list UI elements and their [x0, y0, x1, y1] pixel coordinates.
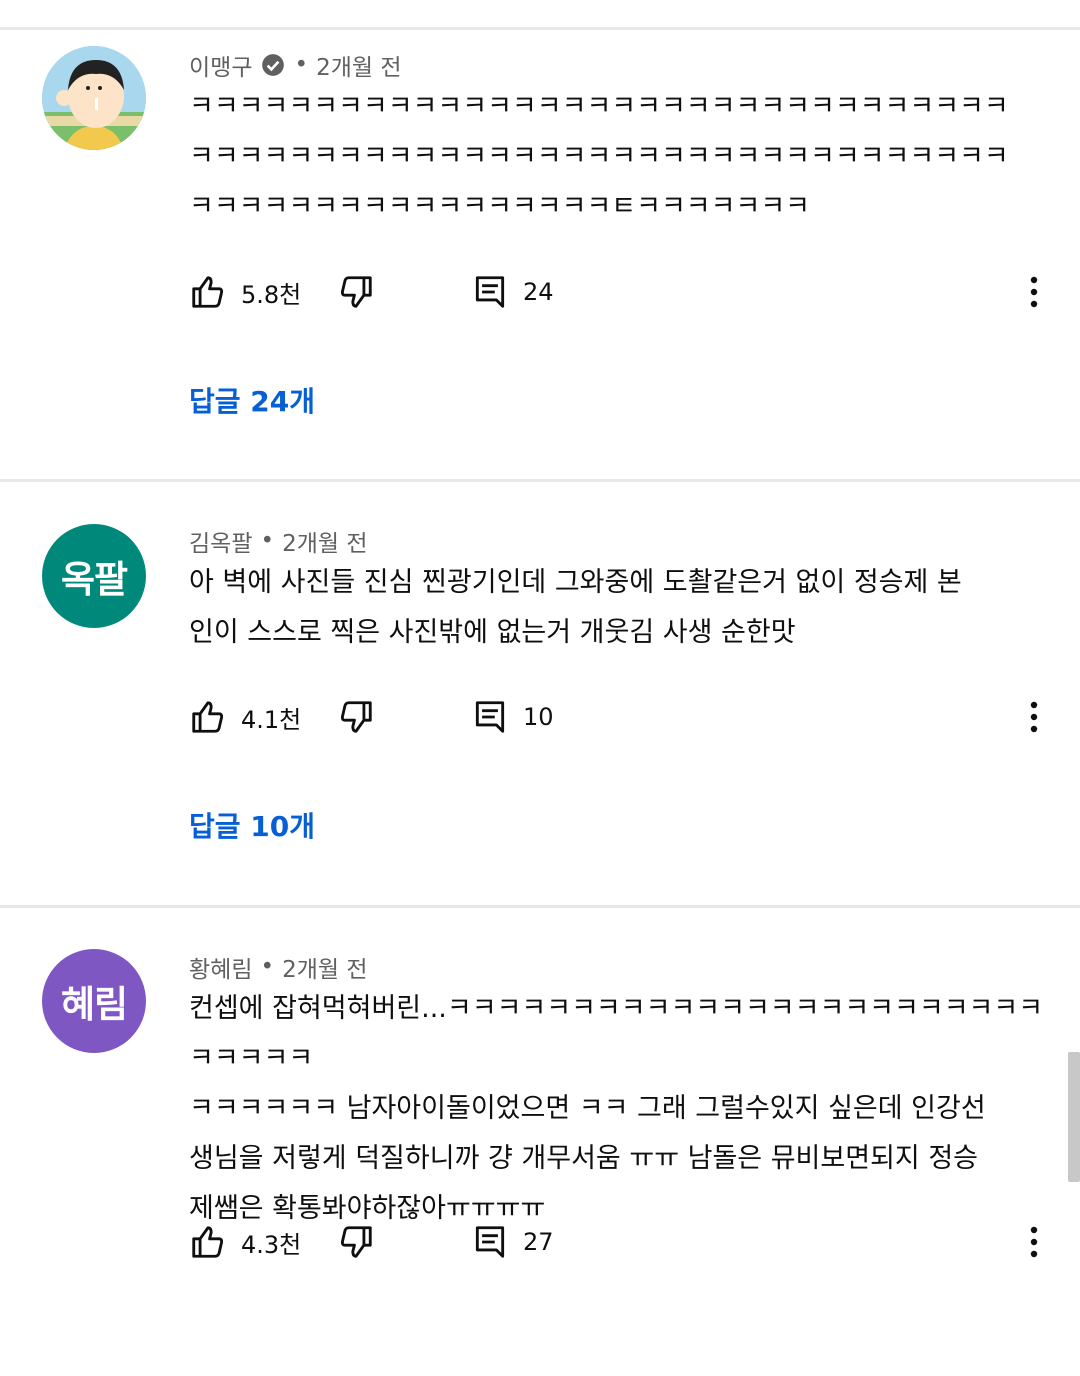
comment-icon [475, 1226, 505, 1258]
thumb-down-icon [340, 1226, 372, 1258]
comment-actions: 5.8천 24 [189, 272, 1049, 312]
comment-text: ㅋㅋㅋㅋㅋㅋㅋㅋㅋㅋㅋㅋㅋㅋㅋㅋㅋㅋㅋㅋㅋㅋㅋㅋㅋㅋㅋㅋㅋㅋㅋㅋㅋ ㅋㅋㅋㅋㅋㅋ… [189, 91, 1009, 222]
like-count: 4.3천 [241, 1230, 302, 1259]
avatar-initials: 옥팔 [60, 558, 128, 601]
top-divider [0, 27, 1080, 30]
verified-check-icon [262, 54, 285, 76]
like-count: 5.8천 [241, 280, 302, 309]
thumb-down-icon [340, 701, 372, 733]
like-button[interactable]: 5.8천 [189, 272, 301, 312]
dislike-button[interactable] [337, 272, 375, 312]
more-options-button[interactable] [1019, 1222, 1049, 1262]
more-vert-icon [1030, 276, 1038, 308]
comment-icon [475, 276, 505, 308]
thumb-up-icon [192, 276, 224, 308]
dislike-button[interactable] [337, 1222, 375, 1262]
comment-divider [0, 479, 1080, 482]
comment-meta: 황혜림 • 2개월 전 [189, 950, 368, 984]
like-button[interactable]: 4.1천 [189, 697, 301, 737]
separator: • [294, 52, 309, 78]
cartoon-avatar-image [42, 46, 146, 150]
dislike-button[interactable] [337, 697, 375, 737]
comment-icon [475, 701, 505, 733]
comment-time[interactable]: 2개월 전 [282, 524, 367, 558]
author-name[interactable]: 황혜림 [189, 950, 252, 984]
comment-text: 컨셉에 잡혀먹혀버린...ㅋㅋㅋㅋㅋㅋㅋㅋㅋㅋㅋㅋㅋㅋㅋㅋㅋㅋㅋㅋㅋㅋㅋㅋㅋㅋㅋ… [189, 993, 1044, 1224]
more-vert-icon [1030, 701, 1038, 733]
comment-actions: 4.3천 27 [189, 1222, 1049, 1262]
comment-text: 아 벽에 사진들 진심 찐광기인데 그와중에 도촬같은거 없이 정승제 본 인이… [189, 567, 962, 648]
comment-divider [0, 905, 1080, 908]
more-options-button[interactable] [1019, 272, 1049, 312]
thumb-down-icon [340, 276, 372, 308]
thumb-up-icon [192, 701, 224, 733]
author-name[interactable]: 김옥팔 [189, 524, 252, 558]
reply-button[interactable]: 24 [471, 272, 554, 312]
avatar[interactable]: 혜림 [42, 949, 146, 1053]
view-replies-link[interactable]: 답글 10개 [189, 805, 315, 845]
comment-meta: 김옥팔 • 2개월 전 [189, 524, 368, 558]
reply-count: 10 [523, 703, 554, 731]
reply-count: 27 [523, 1228, 554, 1256]
comment-actions: 4.1천 10 [189, 697, 1049, 737]
like-count: 4.1천 [241, 705, 302, 734]
comment-time[interactable]: 2개월 전 [282, 950, 367, 984]
view-replies-link[interactable]: 답글 24개 [189, 380, 315, 420]
reply-button[interactable]: 10 [471, 697, 554, 737]
more-options-button[interactable] [1019, 697, 1049, 737]
like-button[interactable]: 4.3천 [189, 1222, 301, 1262]
comment-time[interactable]: 2개월 전 [316, 48, 401, 82]
avatar[interactable]: 옥팔 [42, 524, 146, 628]
avatar-initials: 혜림 [60, 983, 128, 1026]
comment-meta: 이맹구 • 2개월 전 [189, 48, 402, 82]
more-vert-icon [1030, 1226, 1038, 1258]
separator: • [260, 528, 275, 554]
thumb-up-icon [192, 1226, 224, 1258]
avatar[interactable] [42, 46, 146, 150]
reply-button[interactable]: 27 [471, 1222, 554, 1262]
scrollbar-thumb[interactable] [1068, 1052, 1080, 1182]
author-name[interactable]: 이맹구 [189, 48, 252, 82]
separator: • [260, 954, 275, 980]
reply-count: 24 [523, 278, 554, 306]
